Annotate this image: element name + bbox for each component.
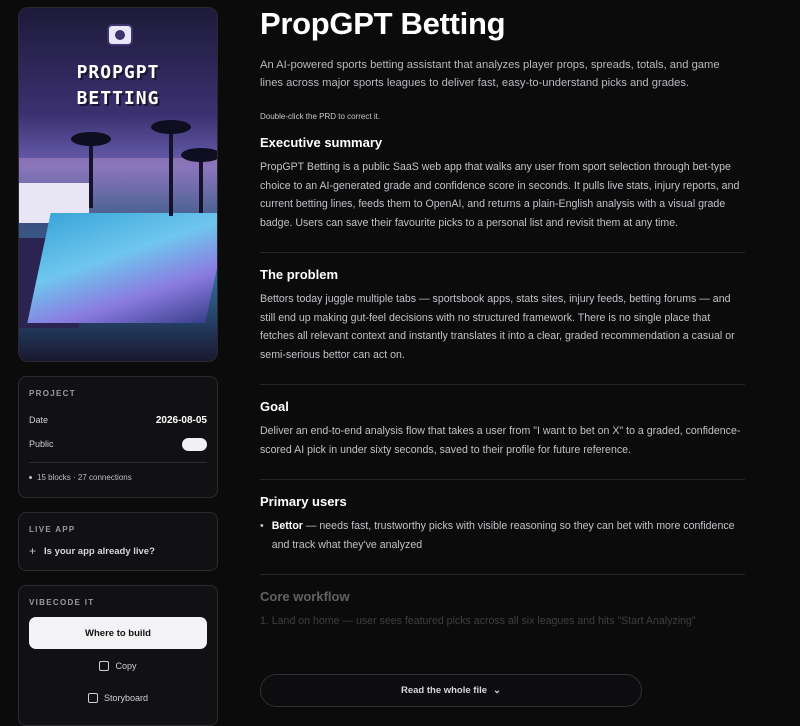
robot-logo-icon	[107, 24, 133, 46]
divider	[29, 462, 207, 463]
project-cover-image: PROPGPT BETTING	[18, 7, 218, 362]
storyboard-icon	[87, 693, 98, 703]
section-heading: Primary users	[260, 494, 347, 509]
palm-frond	[181, 148, 217, 162]
project-meta: 15 blocks · 27 connections	[29, 469, 207, 485]
palm-trunk	[199, 153, 203, 213]
bullet-strong: Bettor	[271, 520, 303, 532]
date-row: Date 2026-08-05	[29, 408, 207, 432]
section-core-workflow: Core workflow 1. Land on home — user see…	[260, 589, 745, 651]
pool-water	[27, 213, 217, 323]
palm-frond	[151, 120, 191, 134]
copy-icon	[99, 661, 110, 671]
sidebar: PROPGPT BETTING PROJECT Date 2026-08-05 …	[18, 7, 218, 726]
palm-trunk	[169, 126, 173, 216]
bullet-rest: — needs fast, trustworthy picks with vis…	[271, 520, 735, 551]
section-heading: Executive summary	[260, 135, 383, 150]
copy-label: Copy	[115, 661, 137, 671]
read-whole-file-button[interactable]: Read the whole file ⌄	[260, 674, 642, 707]
project-label: PROJECT	[29, 389, 76, 398]
public-toggle[interactable]	[182, 437, 207, 451]
section-heading: The problem	[260, 267, 339, 282]
section-body: PropGPT Betting is a public SaaS web app…	[260, 161, 740, 229]
public-row: Public	[29, 432, 207, 456]
bullet-dot-icon	[29, 475, 32, 479]
project-card: PROJECT Date 2026-08-05 Public 15 blocks…	[18, 376, 218, 498]
bullet-dot-icon: •	[260, 520, 264, 532]
palm-trunk	[89, 138, 93, 208]
section-the-problem: The problem Bettors today juggle multipl…	[260, 267, 745, 385]
live-app-prompt: Is your app already live?	[44, 545, 155, 557]
date-label: Date	[29, 415, 49, 425]
list-item: • Bettor — needs fast, trustworthy picks…	[260, 517, 745, 554]
storyboard-button[interactable]: Storyboard	[29, 683, 207, 713]
section-heading: Core workflow	[260, 589, 350, 604]
section-goal: Goal Deliver an end-to-end analysis flow…	[260, 399, 745, 480]
live-app-prompt-button[interactable]: + Is your app already live?	[29, 544, 207, 558]
copy-button[interactable]: Copy	[29, 651, 207, 681]
public-label: Public	[29, 439, 54, 449]
section-executive-summary: Executive summary PropGPT Betting is a p…	[260, 135, 745, 253]
project-meta-text: 15 blocks · 27 connections	[37, 472, 132, 482]
live-app-card: LIVE APP + Is your app already live?	[18, 512, 218, 571]
section-body: Deliver an end-to-end analysis flow that…	[260, 425, 741, 456]
date-value: 2026-08-05	[155, 414, 207, 426]
intro-text: An AI-powered sports betting assistant t…	[260, 59, 720, 89]
prd-document[interactable]: PropGPT Betting An AI-powered sports bet…	[260, 0, 745, 707]
cover-title-line: BETTING	[76, 88, 160, 109]
where-to-build-button[interactable]: Where to build	[29, 617, 207, 649]
cover-title: PROPGPT BETTING	[19, 60, 217, 112]
cover-title-line: PROPGPT	[76, 62, 160, 83]
palm-frond	[71, 132, 111, 146]
read-whole-file-label: Read the whole file	[400, 685, 488, 696]
section-body: Bettors today juggle multiple tabs — spo…	[260, 293, 735, 361]
section-primary-users: Primary users • Bettor — needs fast, tru…	[260, 494, 745, 575]
vibecode-card: VIBECODE IT Where to build Copy Storyboa…	[18, 585, 218, 726]
storyboard-label: Storyboard	[103, 693, 149, 703]
live-app-label: LIVE APP	[29, 525, 76, 534]
page-title: PropGPT Betting	[260, 6, 506, 41]
bullet-text: Bettor — needs fast, trustworthy picks w…	[272, 517, 745, 554]
edit-hint: Double-click the PRD to correct it.	[260, 112, 381, 121]
chevron-down-icon: ⌄	[493, 685, 501, 696]
plus-icon: +	[29, 544, 37, 558]
vibecode-label: VIBECODE IT	[29, 598, 95, 607]
section-heading: Goal	[260, 399, 289, 414]
workflow-step: 1. Land on home — user sees featured pic…	[260, 615, 696, 627]
